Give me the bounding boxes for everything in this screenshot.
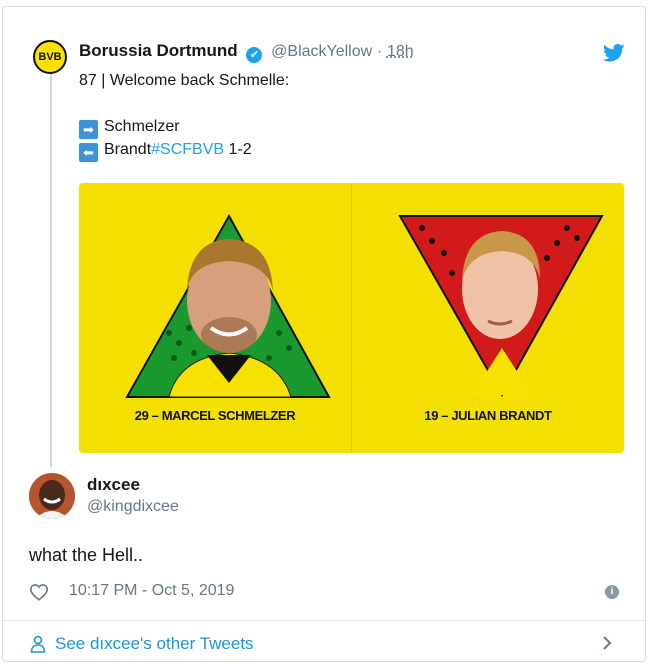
quoted-tweet-text: 87 | Welcome back Schmelle: ➡ Schmelzer ⬅…	[79, 69, 290, 162]
info-icon[interactable]: i	[605, 585, 619, 599]
tweet-line-1: 87 | Welcome back Schmelle:	[79, 72, 290, 89]
author-avatar[interactable]	[29, 473, 75, 519]
embedded-tweet-card: BVB Borussia Dortmund ✔ @BlackYellow · 1…	[2, 6, 646, 662]
quoted-author-name[interactable]: Borussia Dortmund	[79, 41, 238, 60]
author-handle[interactable]: @kingdixcee	[87, 498, 179, 516]
person-icon	[30, 635, 46, 653]
tweet-media-image[interactable]: 29 – MARCEL SCHMELZER 19 – JULIAN BRANDT	[79, 183, 624, 453]
see-other-tweets-link[interactable]: See dıxcee's other Tweets	[55, 634, 254, 654]
heart-icon[interactable]	[29, 583, 49, 601]
bvb-avatar[interactable]: BVB	[33, 40, 67, 74]
tweet-line-2: ➡ Schmelzer	[79, 115, 289, 139]
right-player-caption: 19 – JULIAN BRANDT	[424, 408, 552, 423]
header-separator: ·	[376, 43, 383, 60]
tweet-timestamp[interactable]: 10:17 PM - Oct 5, 2019	[69, 582, 234, 600]
verified-badge-icon: ✔	[246, 47, 263, 63]
arrow-left-icon: ⬅	[79, 143, 98, 162]
author-name[interactable]: dıxcee	[87, 475, 140, 495]
schmelzer-label: Schmelzer	[104, 118, 180, 135]
thread-connector-line	[50, 74, 52, 467]
tweet-text: what the Hell..	[29, 545, 144, 565]
twitter-bird-icon[interactable]	[603, 43, 625, 63]
quoted-tweet-time[interactable]: 18h	[387, 43, 414, 60]
quoted-tweet-header: Borussia Dortmund ✔ @BlackYellow · 18h	[79, 41, 414, 63]
score-text: 1-2	[224, 141, 252, 158]
arrow-right-icon: ➡	[79, 120, 98, 139]
left-player-caption: 29 – MARCEL SCHMELZER	[134, 408, 296, 423]
brandt-label: Brandt	[104, 141, 152, 158]
quoted-author-handle[interactable]: @BlackYellow	[271, 43, 372, 60]
chevron-right-icon[interactable]	[601, 635, 613, 651]
hashtag-link[interactable]: #SCFBVB	[151, 141, 224, 158]
tweet-line-3: ⬅ Brandt#SCFBVB 1-2	[79, 138, 289, 162]
footer-bar[interactable]: See dıxcee's other Tweets	[3, 620, 645, 664]
schmelzer-panel: 29 – MARCEL SCHMELZER	[79, 183, 351, 453]
brandt-panel: 19 – JULIAN BRANDT	[352, 183, 624, 453]
